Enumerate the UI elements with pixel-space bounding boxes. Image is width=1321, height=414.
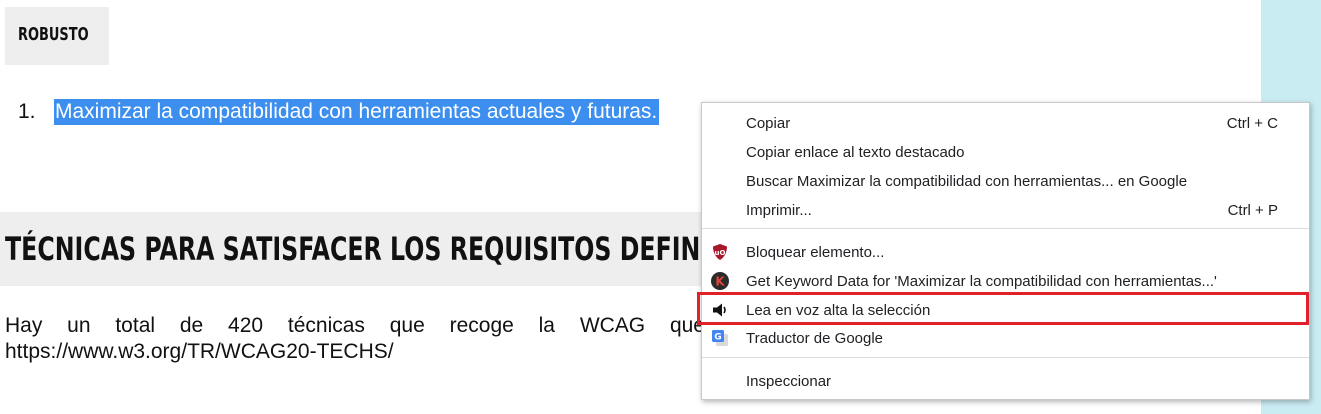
paragraph-word: que [389,314,425,337]
google-translate-icon: G [711,329,729,347]
menu-item-search-google-label: Buscar Maximizar la compatibilidad con h… [746,173,1188,190]
paragraph-word: la [538,314,555,337]
selected-list-item[interactable]: Maximizar la compatibilidad con herramie… [54,99,660,125]
menu-item-print-label: Imprimir... [746,202,812,219]
menu-item-print[interactable]: Imprimir... Ctrl + P [702,196,1309,225]
read-aloud-highlight-box [697,292,1309,325]
menu-item-keyword-data-label: Get Keyword Data for 'Maximizar la compa… [746,273,1217,290]
menu-item-copy-shortcut: Ctrl + C [1226,115,1278,132]
section-heading: TÉCNICAS PARA SATISFACER LOS REQUISITOS … [5,230,791,268]
menu-item-print-shortcut: Ctrl + P [1227,202,1278,219]
section-tag-label: ROBUSTO [18,24,89,45]
menu-separator [702,228,1309,229]
svg-text:G: G [714,333,721,343]
paragraph: Hay un total de 420 técnicas que recoge … [5,313,705,365]
paragraph-line-1: Hay un total de 420 técnicas que recoge … [5,313,705,339]
ublock-origin-icon: uO [711,243,729,261]
paragraph-word: técnicas [287,314,365,337]
svg-text:uO: uO [715,249,726,257]
section-tag: ROBUSTO [5,7,109,65]
paragraph-url-text: https://www.w3.org/TR/WCAG20-TECHS/ [5,340,394,363]
menu-item-google-translate[interactable]: G Traductor de Google [702,324,1309,353]
paragraph-word: 420 [228,314,264,337]
svg-text:K: K [715,275,725,289]
context-menu: Copiar Ctrl + C Copiar enlace al texto d… [701,102,1310,400]
keywords-k-icon: K [711,272,729,290]
menu-item-copy-link[interactable]: Copiar enlace al texto destacado [702,138,1309,167]
paragraph-word: Hay [5,314,43,337]
paragraph-word: un [67,314,91,337]
menu-item-search-google[interactable]: Buscar Maximizar la compatibilidad con h… [702,167,1309,196]
menu-item-copy[interactable]: Copiar Ctrl + C [702,109,1309,138]
menu-item-inspect[interactable]: Inspeccionar [702,367,1309,396]
list-number: 1. [18,100,36,123]
menu-item-copy-link-label: Copiar enlace al texto destacado [746,144,965,161]
paragraph-word: de [179,314,204,337]
paragraph-word: total [115,314,156,337]
menu-item-block-element-label: Bloquear elemento... [746,244,885,261]
menu-item-inspect-label: Inspeccionar [746,373,832,390]
menu-separator [702,357,1309,358]
menu-item-block-element[interactable]: uO Bloquear elemento... [702,238,1309,267]
paragraph-word: WCAG [579,314,646,337]
menu-item-copy-label: Copiar [746,115,791,132]
menu-item-google-translate-label: Traductor de Google [746,330,884,347]
paragraph-word: recoge [449,314,514,337]
